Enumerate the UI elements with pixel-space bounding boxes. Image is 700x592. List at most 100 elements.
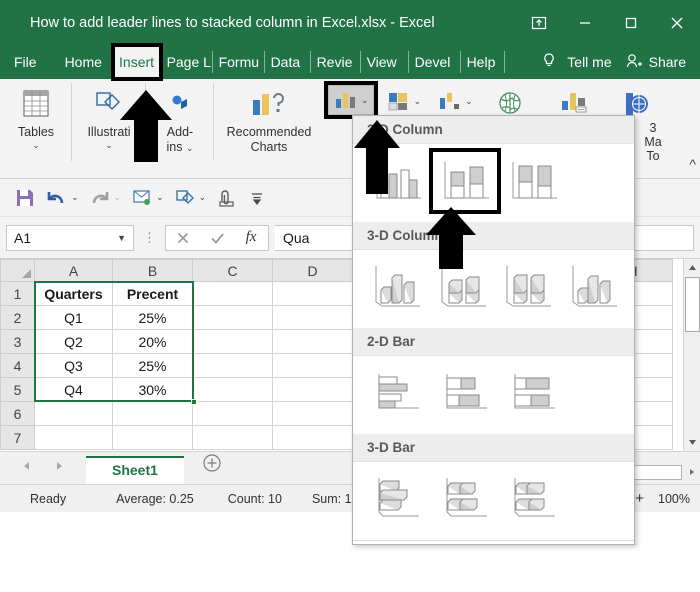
row-header-6[interactable]: 6 — [0, 401, 35, 426]
ribbon-group-tours-partial[interactable]: 3 Ma To — [630, 83, 676, 163]
gallery-item-3d-column[interactable] — [560, 256, 626, 318]
cell-D2[interactable] — [272, 305, 353, 330]
minimize-icon[interactable] — [562, 0, 608, 45]
cell-B7[interactable] — [112, 425, 193, 450]
cell-B4[interactable]: 25% — [112, 353, 193, 378]
cell-A7[interactable] — [34, 425, 113, 450]
scroll-up-icon[interactable] — [684, 259, 700, 276]
status-average[interactable]: Average: 0.25 — [78, 492, 206, 506]
cell-A5[interactable]: Q4 — [34, 377, 113, 402]
row-header-7[interactable]: 7 — [0, 425, 35, 450]
zoom-in-button[interactable]: + — [635, 490, 644, 507]
status-count[interactable]: Count: 10 — [206, 492, 294, 506]
attach-icon[interactable] — [212, 185, 242, 211]
col-header-D[interactable]: D — [272, 259, 353, 282]
add-sheet-button[interactable] — [184, 453, 240, 484]
cell-A6[interactable] — [34, 401, 113, 426]
chevron-down-icon[interactable]: ⌄ — [361, 95, 369, 106]
row-header-3[interactable]: 3 — [0, 329, 35, 354]
tab-data[interactable]: Data — [265, 45, 311, 79]
cell-D4[interactable] — [272, 353, 353, 378]
tell-me-button[interactable]: Tell me — [529, 52, 623, 73]
cell-D7[interactable] — [272, 425, 353, 450]
col-header-A[interactable]: A — [34, 259, 113, 282]
cell-B1[interactable]: Precent — [112, 281, 193, 306]
gallery-item-3d-100-percent-stacked-column[interactable] — [495, 256, 561, 318]
hierarchy-chart-button[interactable]: ⌄ — [382, 87, 426, 115]
restore-icon[interactable] — [608, 0, 654, 45]
cell-D3[interactable] — [272, 329, 353, 354]
close-icon[interactable] — [654, 0, 700, 45]
name-box-resize-handle[interactable]: ⋮ — [140, 230, 159, 246]
row-header-5[interactable]: 5 — [0, 377, 35, 402]
customize-qat-icon[interactable] — [244, 186, 270, 210]
gallery-item-stacked-bar[interactable] — [431, 362, 499, 424]
cell-A4[interactable]: Q3 — [34, 353, 113, 378]
chevron-down-icon[interactable]: ⌄ — [32, 140, 40, 151]
accept-formula-icon[interactable] — [200, 226, 234, 250]
cell-D5[interactable] — [272, 377, 353, 402]
chevron-down-icon[interactable]: ▼ — [117, 233, 126, 243]
fill-handle[interactable] — [191, 399, 197, 405]
waterfall-chart-button[interactable]: ⌄ — [433, 87, 477, 115]
cell-A1[interactable]: Quarters — [34, 281, 113, 306]
row-header-2[interactable]: 2 — [0, 305, 35, 330]
gallery-item-100-percent-stacked-bar[interactable] — [499, 362, 567, 424]
cell-A2[interactable]: Q1 — [34, 305, 113, 330]
cell-B3[interactable]: 20% — [112, 329, 193, 354]
cell-C3[interactable] — [192, 329, 273, 354]
chevron-down-icon[interactable]: ⌄ — [71, 192, 79, 203]
redo-icon[interactable]: ⌄ — [85, 185, 126, 211]
gallery-item-3d-clustered-bar[interactable] — [363, 468, 431, 530]
vertical-scrollbar[interactable] — [683, 259, 700, 451]
chevron-down-icon[interactable]: ⌄ — [105, 140, 113, 151]
gallery-item-100-percent-stacked-column[interactable] — [499, 150, 567, 212]
cell-C4[interactable] — [192, 353, 273, 378]
vertical-scroll-thumb[interactable] — [685, 277, 700, 332]
next-sheet-icon[interactable] — [54, 458, 64, 476]
cell-B6[interactable] — [112, 401, 193, 426]
chevron-down-icon[interactable]: ⌄ — [199, 192, 207, 203]
gallery-item-stacked-column[interactable] — [429, 148, 501, 214]
cell-C6[interactable] — [192, 401, 273, 426]
tab-insert[interactable]: Insert — [110, 43, 163, 81]
ribbon-group-tables[interactable]: Tables ⌄ — [0, 79, 72, 173]
cell-A3[interactable]: Q2 — [34, 329, 113, 354]
tab-view[interactable]: View — [361, 45, 409, 79]
tab-formulas[interactable]: Formu — [213, 45, 265, 79]
cell-C2[interactable] — [192, 305, 273, 330]
undo-icon[interactable]: ⌄ — [42, 185, 83, 211]
tab-page-layout[interactable]: Page L — [161, 45, 213, 79]
gallery-item-3d-100-percent-stacked-bar[interactable] — [499, 468, 567, 530]
scroll-right-icon[interactable] — [684, 464, 700, 480]
more-column-charts-button[interactable]: More Column Charts... — [353, 540, 634, 544]
email-icon[interactable]: ⌄ — [127, 185, 168, 211]
tab-developer[interactable]: Devel — [409, 45, 461, 79]
scroll-down-icon[interactable] — [684, 434, 700, 451]
col-header-B[interactable]: B — [112, 259, 193, 282]
gallery-item-3d-stacked-bar[interactable] — [431, 468, 499, 530]
tab-help[interactable]: Help — [461, 45, 505, 79]
row-header-4[interactable]: 4 — [0, 353, 35, 378]
cancel-formula-icon[interactable] — [166, 226, 200, 250]
cell-B5[interactable]: 30% — [112, 377, 193, 402]
ribbon-display-options-icon[interactable] — [516, 0, 562, 45]
row-header-1[interactable]: 1 — [0, 281, 35, 306]
insert-function-icon[interactable]: fx — [234, 226, 268, 250]
chevron-down-icon[interactable]: ⌄ — [186, 143, 194, 153]
chevron-down-icon[interactable]: ⌄ — [156, 192, 164, 203]
chevron-down-icon[interactable]: ⌄ — [465, 96, 473, 107]
select-all-corner[interactable] — [0, 259, 35, 282]
share-button[interactable]: Share — [624, 52, 700, 73]
gallery-item-3d-clustered-column[interactable] — [363, 256, 429, 318]
col-header-C[interactable]: C — [192, 259, 273, 282]
ribbon-group-recommended-charts[interactable]: Recommended Charts — [214, 79, 324, 173]
cell-D1[interactable] — [272, 281, 353, 306]
sheet-tab-sheet1[interactable]: Sheet1 — [86, 456, 184, 484]
tab-file[interactable]: File — [0, 45, 59, 79]
column-or-bar-chart-button[interactable]: ⌄ — [324, 81, 378, 119]
save-icon[interactable] — [10, 185, 40, 211]
collapse-ribbon-icon[interactable]: ^ — [689, 156, 696, 172]
tab-home[interactable]: Home — [59, 45, 113, 79]
previous-sheet-icon[interactable] — [22, 458, 32, 476]
